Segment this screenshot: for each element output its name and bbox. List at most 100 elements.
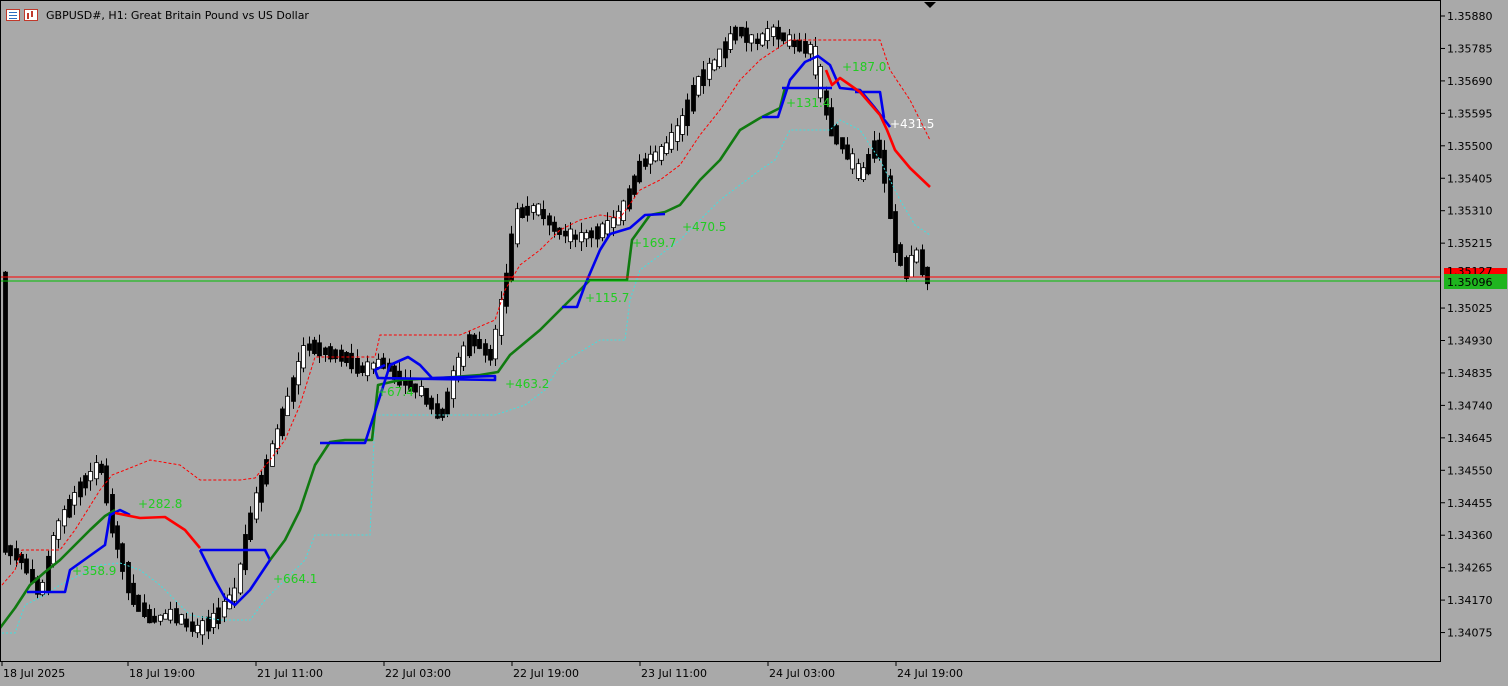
price-label: 1.35405 [1447, 172, 1493, 185]
price-label: 1.34740 [1447, 399, 1493, 412]
chart-window[interactable]: 1.35127 1.35096 +358.9 +282.8 +664.1 +67.4 +4… [0, 0, 1508, 686]
candle-body [707, 62, 712, 80]
candle-body [744, 27, 749, 43]
candle-body [760, 33, 765, 46]
candle-body [94, 462, 99, 480]
price-label: 1.35500 [1447, 140, 1493, 153]
channel-bands [1, 39, 931, 634]
candle-body [643, 158, 648, 167]
list-icon[interactable] [6, 9, 20, 21]
candle-body [861, 167, 866, 181]
candle-body [445, 391, 450, 415]
candle-body [605, 220, 610, 235]
trend-segment [114, 511, 201, 549]
candle-body [429, 397, 434, 410]
signal-label: +115.7 [585, 291, 629, 305]
candle-body [520, 207, 525, 219]
candle-body [200, 620, 205, 636]
candle-body [254, 492, 259, 520]
plot-frame [0, 0, 1441, 662]
candle-body [669, 132, 674, 150]
candle-body [291, 377, 296, 402]
candle-body [845, 144, 850, 160]
price-label: 1.34930 [1447, 335, 1493, 348]
candle-body [573, 234, 578, 240]
signal-label: +664.1 [273, 572, 317, 586]
candle-body [46, 555, 51, 593]
candle-body [62, 509, 67, 527]
candle-body [685, 99, 690, 127]
candle-body [488, 349, 493, 361]
candle-body [211, 612, 216, 628]
price-label: 1.34265 [1447, 562, 1493, 575]
time-label: 21 Jul 11:00 [257, 667, 323, 680]
candle-body [216, 607, 221, 624]
candle-body [792, 39, 797, 48]
candle-body [771, 26, 776, 37]
price-lines: 1.351271.35096 [0, 265, 1507, 289]
candle-body [451, 370, 456, 400]
candle-body [461, 345, 466, 367]
candle-body [163, 613, 168, 620]
candle-body [818, 66, 823, 99]
candle-body [531, 205, 536, 213]
candle-body [179, 614, 184, 625]
candle-body [3, 271, 8, 553]
candle-body [99, 463, 104, 474]
candle-body [595, 226, 600, 240]
candle-body [877, 139, 882, 159]
candle-body [424, 388, 429, 405]
candle-body [904, 257, 909, 279]
signal-label: +463.2 [505, 377, 549, 391]
price-label: 1.35785 [1447, 42, 1493, 55]
candle-body [632, 175, 637, 195]
candle-body [301, 345, 306, 369]
candle-body [222, 600, 227, 618]
candle-body [568, 228, 573, 243]
candle-body [696, 76, 701, 96]
candle-body [195, 624, 200, 634]
candle-body [344, 352, 349, 363]
signal-label: +187.0 [842, 60, 886, 74]
candle-body [653, 151, 658, 162]
time-label: 24 Jul 19:00 [897, 667, 963, 680]
candle-body [765, 28, 770, 42]
candle-body [152, 615, 157, 623]
candle-body [190, 621, 195, 632]
candle-body [840, 137, 845, 150]
chart-title-bar: GBPUSD#, H1: Great Britain Pound vs US D… [6, 7, 309, 23]
candle-body [296, 361, 301, 386]
chart-icon[interactable] [24, 9, 38, 21]
candle-body [675, 125, 680, 142]
candle-body [104, 465, 109, 504]
axes: 1.35880 1.35785 1.35690 1.35595 1.35500 1.354… [0, 0, 1493, 680]
candle-body [755, 38, 760, 44]
candle-body [238, 563, 243, 594]
price-label: 1.34835 [1447, 367, 1493, 380]
candle-body [72, 492, 77, 506]
candle-body [349, 352, 354, 370]
candle-body [834, 125, 839, 145]
candle-body [882, 149, 887, 184]
candle-body [909, 254, 914, 278]
time-label: 24 Jul 03:00 [769, 667, 835, 680]
candle-body [317, 342, 322, 357]
candle-body [611, 217, 616, 228]
price-chart[interactable]: 1.351271.35096 +358.9 +282.8 +664.1 +67.4 +4… [0, 0, 1508, 686]
candle-body [413, 383, 418, 393]
candle-body [850, 153, 855, 170]
price-label: 1.35595 [1447, 107, 1493, 120]
signal-label: +431.5 [890, 117, 934, 131]
candle-body [259, 474, 264, 503]
time-label: 22 Jul 19:00 [513, 667, 579, 680]
candle-body [712, 59, 717, 71]
candle-body [477, 339, 482, 349]
candle-body [856, 163, 861, 179]
candle-body [147, 609, 152, 624]
time-label: 18 Jul 19:00 [129, 667, 195, 680]
price-label: 1.34455 [1447, 497, 1493, 510]
price-label: 1.35310 [1447, 205, 1493, 218]
candle-body [339, 349, 344, 362]
candle-body [243, 534, 248, 571]
time-label: 23 Jul 11:00 [641, 667, 707, 680]
